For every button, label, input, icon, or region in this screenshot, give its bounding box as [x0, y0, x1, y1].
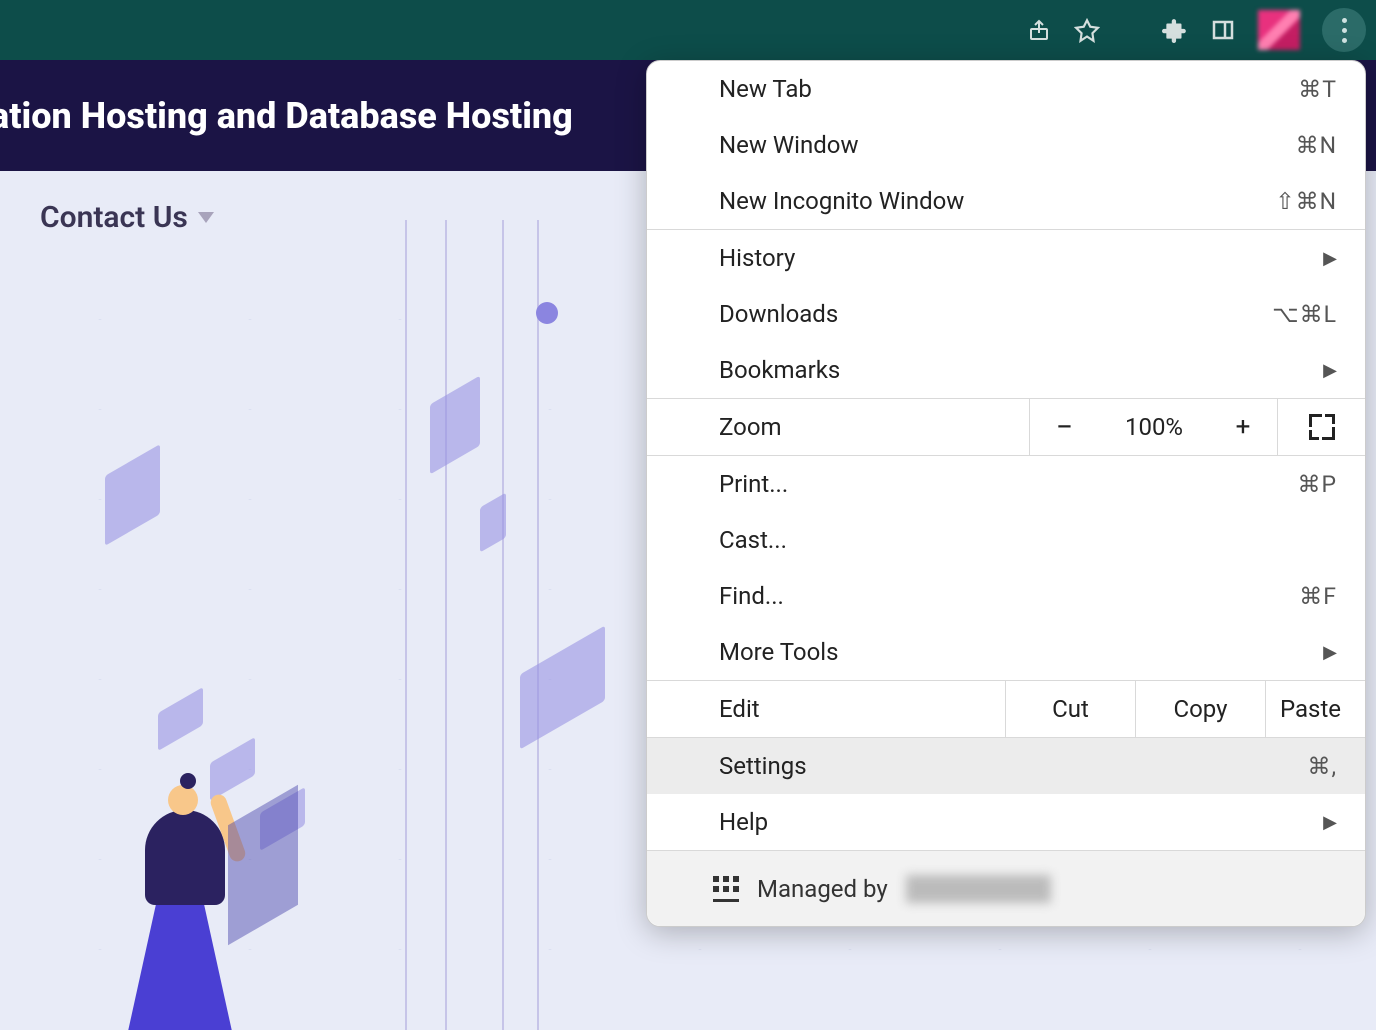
decorative-line — [502, 220, 504, 1030]
menu-new-window[interactable]: New Window ⌘N — [647, 117, 1365, 173]
more-menu-button[interactable] — [1322, 8, 1366, 52]
menu-shortcut: ⌘, — [1307, 753, 1337, 780]
submenu-arrow-icon: ▶ — [1323, 812, 1337, 833]
zoom-out-button[interactable]: − — [1029, 399, 1099, 455]
menu-more-tools[interactable]: More Tools ▶ — [647, 624, 1365, 680]
menu-label: Downloads — [719, 300, 1272, 328]
decorative-line — [405, 220, 407, 1030]
menu-label: History — [719, 244, 1323, 272]
extensions-icon[interactable] — [1162, 17, 1188, 43]
submenu-arrow-icon: ▶ — [1323, 360, 1337, 381]
fullscreen-icon — [1309, 414, 1335, 440]
zoom-in-button[interactable]: + — [1209, 399, 1277, 455]
menu-label: Find... — [719, 582, 1299, 610]
browser-toolbar — [0, 0, 1376, 60]
menu-zoom-row: Zoom − 100% + — [647, 398, 1365, 456]
menu-label: Help — [719, 808, 1323, 836]
menu-history[interactable]: History ▶ — [647, 230, 1365, 286]
edit-copy-button[interactable]: Copy — [1135, 681, 1265, 737]
menu-incognito[interactable]: New Incognito Window ⇧⌘N — [647, 173, 1365, 229]
menu-find[interactable]: Find... ⌘F — [647, 568, 1365, 624]
fullscreen-button[interactable] — [1277, 399, 1365, 455]
menu-shortcut: ⌘P — [1297, 471, 1337, 498]
edit-label: Edit — [647, 695, 1005, 723]
decorative-line — [445, 220, 447, 1030]
menu-bookmarks[interactable]: Bookmarks ▶ — [647, 342, 1365, 398]
edit-cut-button[interactable]: Cut — [1005, 681, 1135, 737]
menu-label: Print... — [719, 470, 1297, 498]
menu-cast[interactable]: Cast... — [647, 512, 1365, 568]
menu-settings[interactable]: Settings ⌘, — [647, 738, 1365, 794]
menu-edit-row: Edit Cut Copy Paste — [647, 680, 1365, 738]
organization-icon — [713, 876, 739, 902]
decorative-dot — [536, 302, 558, 324]
menu-label: New Tab — [719, 75, 1298, 103]
managed-org: organization — [906, 875, 1051, 903]
chevron-down-icon — [198, 212, 214, 223]
share-icon[interactable] — [1026, 17, 1052, 43]
sidepanel-icon[interactable] — [1210, 17, 1236, 43]
zoom-level: 100% — [1099, 399, 1209, 455]
decorative-line — [537, 220, 539, 1030]
menu-label: New Incognito Window — [719, 187, 1275, 215]
submenu-arrow-icon: ▶ — [1323, 642, 1337, 663]
menu-label: Cast... — [719, 526, 1337, 554]
menu-shortcut: ⌘T — [1298, 76, 1337, 103]
menu-shortcut: ⌘N — [1296, 132, 1337, 159]
banner-title: ation Hosting and Database Hosting — [0, 95, 573, 137]
profile-avatar[interactable] — [1258, 10, 1300, 50]
menu-label: Settings — [719, 752, 1307, 780]
menu-managed-by[interactable]: Managed by organization — [647, 850, 1365, 926]
edit-paste-button[interactable]: Paste — [1265, 681, 1365, 737]
menu-shortcut: ⇧⌘N — [1275, 188, 1337, 215]
menu-shortcut: ⌘F — [1299, 583, 1337, 610]
menu-shortcut: ⌥⌘L — [1272, 301, 1337, 328]
menu-new-tab[interactable]: New Tab ⌘T — [647, 61, 1365, 117]
menu-label: More Tools — [719, 638, 1323, 666]
menu-downloads[interactable]: Downloads ⌥⌘L — [647, 286, 1365, 342]
menu-label: Bookmarks — [719, 356, 1323, 384]
chrome-menu: New Tab ⌘T New Window ⌘N New Incognito W… — [646, 60, 1366, 927]
managed-label: Managed by — [757, 875, 888, 903]
bookmark-star-icon[interactable] — [1074, 17, 1100, 43]
menu-label: New Window — [719, 131, 1296, 159]
zoom-label: Zoom — [647, 413, 1029, 441]
menu-print[interactable]: Print... ⌘P — [647, 456, 1365, 512]
submenu-arrow-icon: ▶ — [1323, 248, 1337, 269]
menu-help[interactable]: Help ▶ — [647, 794, 1365, 850]
